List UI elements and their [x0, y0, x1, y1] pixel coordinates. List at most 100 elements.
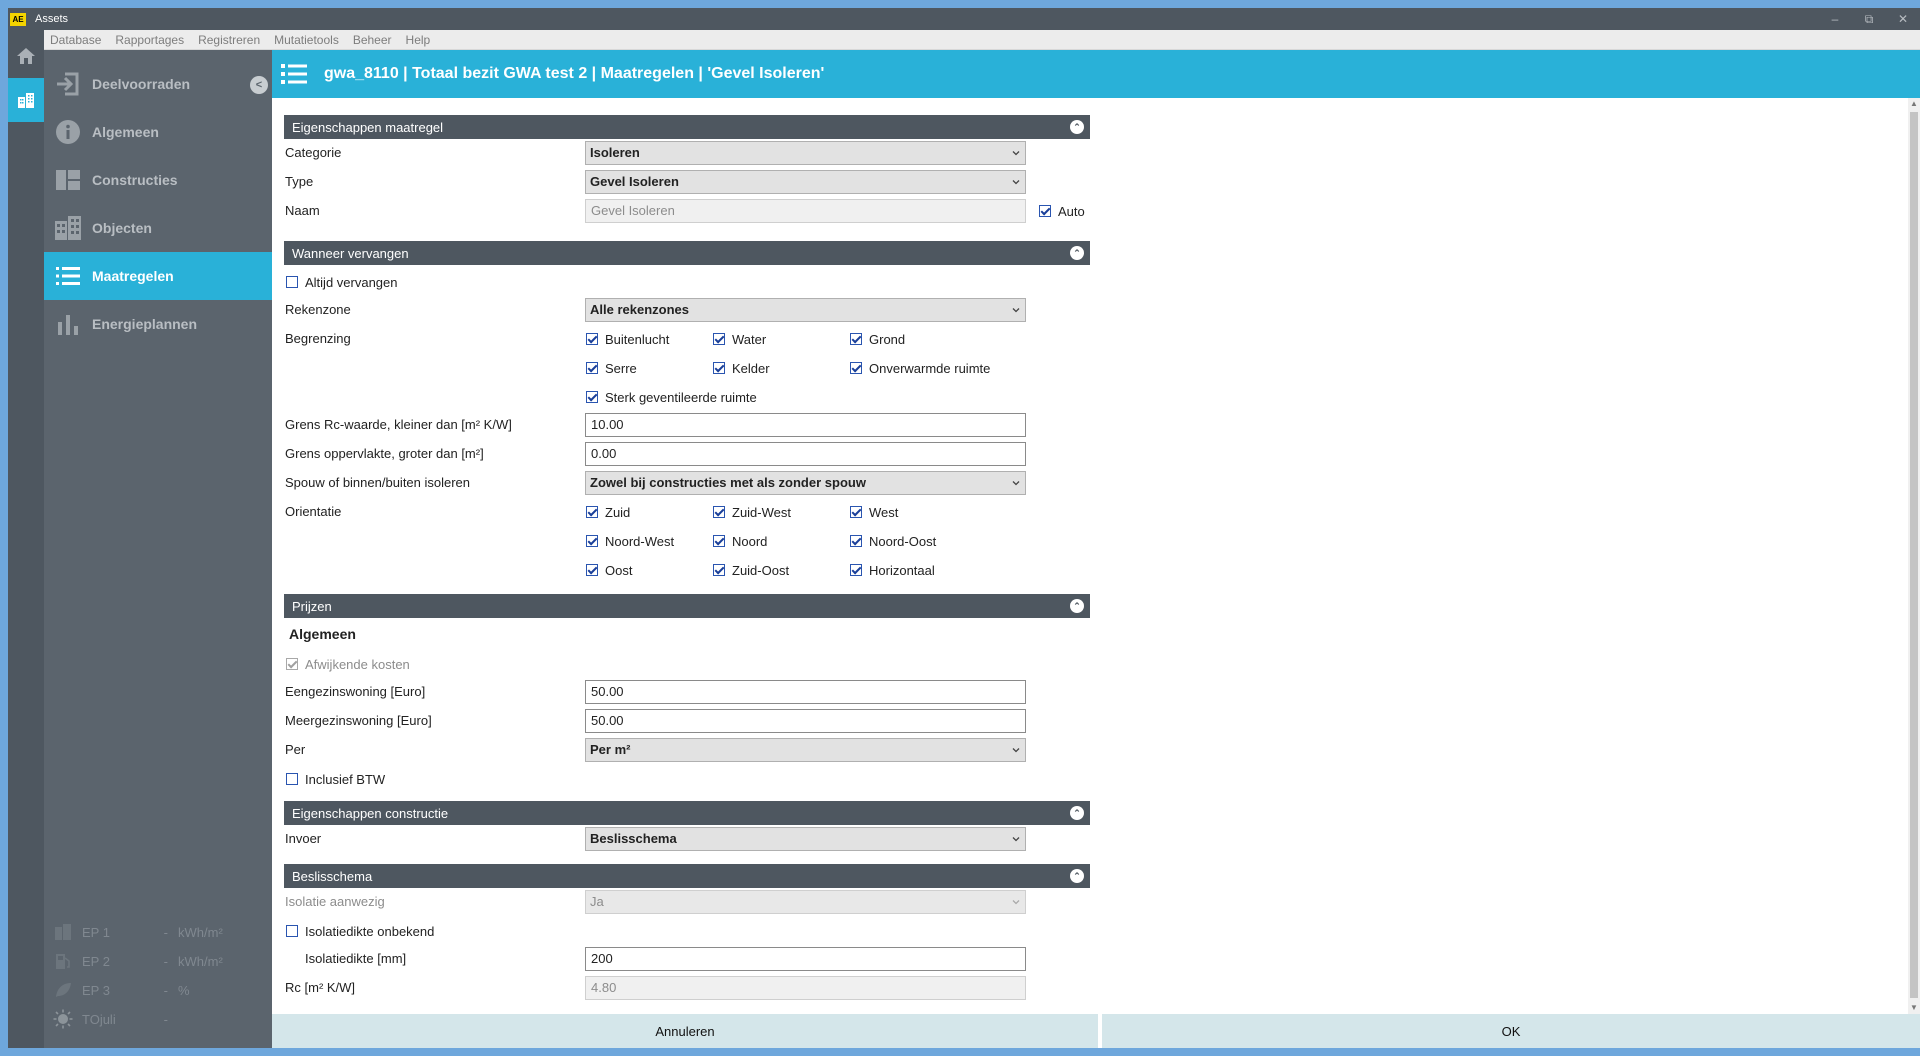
eengezinswoning-label: Eengezinswoning [Euro] — [285, 684, 426, 699]
section-beslisschema: Beslisschema ⌃ — [284, 864, 1090, 888]
begrenzing-sterk-geventileerde-ruimte-checkbox[interactable]: Sterk geventileerde ruimte — [586, 388, 757, 406]
collapse-section-button[interactable]: ⌃ — [1070, 246, 1084, 260]
section-title: Wanneer vervangen — [292, 245, 409, 261]
collapse-section-button[interactable]: ⌃ — [1070, 806, 1084, 820]
sidebar: Deelvoorraden Algemeen Constructies Obje… — [44, 50, 272, 1048]
invoer-select[interactable]: Beslisschema — [585, 827, 1026, 851]
isolatiedikte-onbekend-checkbox[interactable]: Isolatiedikte onbekend — [286, 922, 434, 940]
isolatiedikte-field[interactable]: 200 — [585, 947, 1026, 971]
chevron-down-icon — [1012, 151, 1020, 156]
begrenzing-grond-checkbox[interactable]: Grond — [850, 330, 905, 348]
sidebar-item-label: Maatregelen — [92, 268, 174, 284]
app-window: AE Assets – ⧉ ✕ Database Rapportages Reg… — [8, 8, 1920, 1048]
inclusief-btw-checkbox[interactable]: Inclusief BTW — [286, 770, 385, 788]
chevron-down-icon — [1012, 837, 1020, 842]
vertical-scrollbar[interactable]: ▲ ▼ — [1908, 98, 1920, 1014]
window-title: Assets — [35, 13, 69, 25]
leaf-icon — [52, 981, 74, 999]
begrenzing-buitenlucht-checkbox[interactable]: Buitenlucht — [586, 330, 669, 348]
list-icon — [54, 262, 82, 290]
orientatie-noord-west-checkbox[interactable]: Noord-West — [586, 532, 674, 550]
afwijkende-kosten-checkbox[interactable]: Afwijkende kosten — [286, 655, 410, 673]
sun-icon — [52, 1009, 74, 1029]
left-rail — [8, 30, 44, 1048]
sign-in-icon — [54, 70, 82, 98]
building-icon — [54, 214, 82, 242]
restore-button[interactable]: ⧉ — [1852, 8, 1886, 30]
begrenzing-kelder-checkbox[interactable]: Kelder — [713, 359, 770, 377]
bar-chart-icon — [54, 310, 82, 338]
collapse-sidebar-button[interactable]: < — [250, 76, 268, 94]
orientatie-zuid-oost-checkbox[interactable]: Zuid-Oost — [713, 561, 789, 579]
orientatie-noord-oost-checkbox[interactable]: Noord-Oost — [850, 532, 936, 550]
scrollbar-thumb[interactable] — [1910, 112, 1918, 998]
assets-button[interactable] — [8, 78, 44, 122]
section-title: Eigenschappen constructie — [292, 805, 449, 821]
naam-field[interactable]: Gevel Isoleren — [585, 199, 1026, 223]
section-title: Eigenschappen maatregel — [292, 119, 444, 135]
meergezinswoning-field[interactable]: 50.00 — [585, 709, 1026, 733]
sidebar-item-objecten[interactable]: Objecten — [44, 204, 272, 252]
ep3-indicator: EP 3 - % — [52, 980, 264, 1000]
collapse-section-button[interactable]: ⌃ — [1070, 599, 1084, 613]
scroll-up-icon[interactable]: ▲ — [1908, 98, 1920, 110]
grens-oppervlakte-field[interactable]: 0.00 — [585, 442, 1026, 466]
orientatie-oost-checkbox[interactable]: Oost — [586, 561, 632, 579]
menu-beheer[interactable]: Beheer — [353, 33, 392, 47]
title-bar: AE Assets – ⧉ ✕ — [8, 8, 1920, 30]
naam-label: Naam — [285, 203, 320, 218]
page-title: gwa_8110 | Totaal bezit GWA test 2 | Maa… — [324, 65, 825, 82]
form-content: Eigenschappen maatregel ⌃ Categorie Isol… — [272, 98, 1920, 1014]
sidebar-item-maatregelen[interactable]: Maatregelen — [44, 252, 272, 300]
collapse-section-button[interactable]: ⌃ — [1070, 120, 1084, 134]
orientatie-zuid-west-checkbox[interactable]: Zuid-West — [713, 503, 791, 521]
orientatie-zuid-checkbox[interactable]: Zuid — [586, 503, 630, 521]
sidebar-item-label: Energieplannen — [92, 316, 198, 332]
auto-checkbox[interactable]: Auto — [1039, 202, 1085, 220]
rc-label: Rc [m² K/W] — [285, 980, 356, 995]
minimize-button[interactable]: – — [1818, 8, 1852, 30]
dialog-footer: Annuleren OK — [272, 1014, 1920, 1048]
sidebar-item-deelvoorraden[interactable]: Deelvoorraden — [44, 60, 272, 108]
categorie-select[interactable]: Isoleren — [585, 141, 1026, 165]
menu-registreren[interactable]: Registreren — [198, 33, 260, 47]
menu-mutatietools[interactable]: Mutatietools — [274, 33, 339, 47]
list-icon — [274, 62, 314, 86]
spouw-select[interactable]: Zowel bij constructies met als zonder sp… — [585, 471, 1026, 495]
menu-database[interactable]: Database — [50, 33, 101, 47]
sidebar-item-label: Constructies — [92, 172, 178, 188]
section-title: Beslisschema — [292, 868, 373, 884]
orientatie-noord-checkbox[interactable]: Noord — [713, 532, 767, 550]
ok-button[interactable]: OK — [1102, 1014, 1920, 1048]
menu-help[interactable]: Help — [406, 33, 431, 47]
per-select[interactable]: Per m² — [585, 738, 1026, 762]
rc-field[interactable]: 4.80 — [585, 976, 1026, 1000]
ep2-indicator: EP 2 - kWh/m² — [52, 951, 264, 971]
begrenzing-water-checkbox[interactable]: Water — [713, 330, 766, 348]
scroll-down-icon[interactable]: ▼ — [1908, 1002, 1920, 1014]
menu-bar: Database Rapportages Registreren Mutatie… — [44, 30, 1920, 50]
collapse-section-button[interactable]: ⌃ — [1070, 869, 1084, 883]
chevron-down-icon — [1012, 481, 1020, 486]
sidebar-item-energieplannen[interactable]: Energieplannen — [44, 300, 272, 348]
algemeen-subheading: Algemeen — [289, 626, 356, 642]
sidebar-item-algemeen[interactable]: Algemeen — [44, 108, 272, 156]
cancel-button[interactable]: Annuleren — [272, 1014, 1098, 1048]
rekenzone-select[interactable]: Alle rekenzones — [585, 298, 1026, 322]
eengezinswoning-field[interactable]: 50.00 — [585, 680, 1026, 704]
orientatie-label: Orientatie — [285, 504, 342, 519]
home-button[interactable] — [8, 34, 44, 78]
orientatie-west-checkbox[interactable]: West — [850, 503, 898, 521]
orientatie-horizontaal-checkbox[interactable]: Horizontaal — [850, 561, 935, 579]
altijd-vervangen-checkbox[interactable]: Altijd vervangen — [286, 273, 398, 291]
categorie-label: Categorie — [285, 145, 342, 160]
grens-rc-field[interactable]: 10.00 — [585, 413, 1026, 437]
begrenzing-serre-checkbox[interactable]: Serre — [586, 359, 637, 377]
close-button[interactable]: ✕ — [1886, 8, 1920, 30]
info-icon — [54, 118, 82, 146]
sidebar-item-constructies[interactable]: Constructies — [44, 156, 272, 204]
isolatie-aanwezig-select[interactable]: Ja — [585, 890, 1026, 914]
begrenzing-onverwarmde-ruimte-checkbox[interactable]: Onverwarmde ruimte — [850, 359, 990, 377]
type-select[interactable]: Gevel Isoleren — [585, 170, 1026, 194]
menu-rapportages[interactable]: Rapportages — [115, 33, 184, 47]
